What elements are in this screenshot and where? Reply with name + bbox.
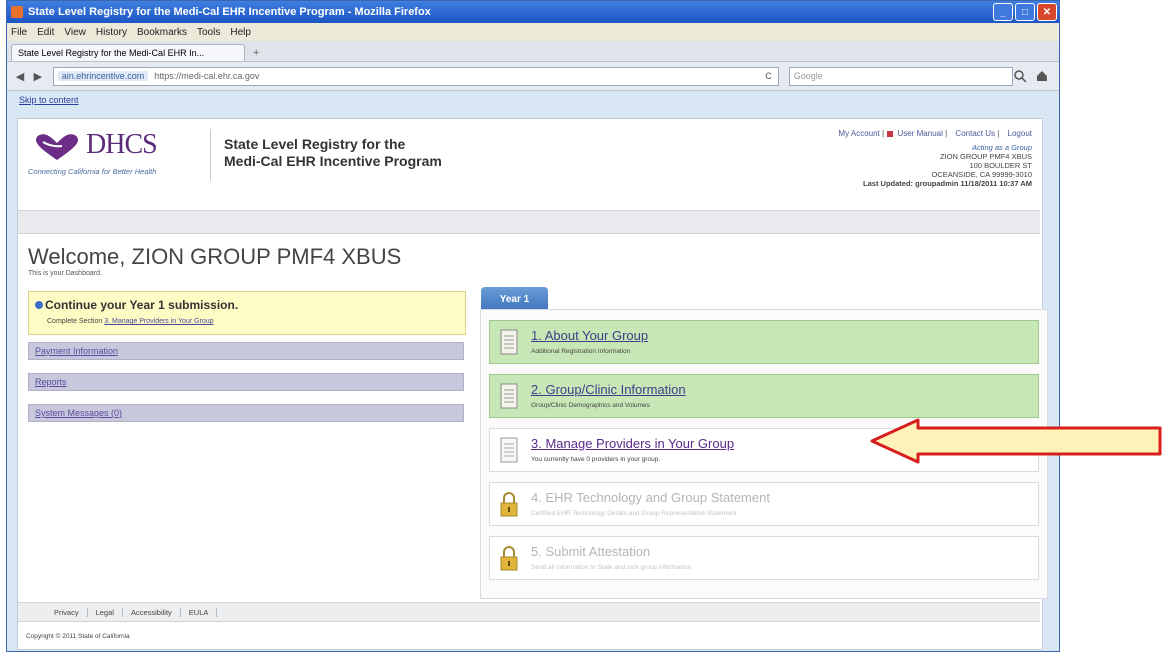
search-input[interactable]: Google	[788, 66, 1014, 86]
back-button[interactable]: ◀	[11, 67, 29, 85]
logout-link[interactable]: Logout	[1008, 129, 1032, 138]
step-group-clinic-info[interactable]: 2. Group/Clinic Information Group/Clinic…	[489, 374, 1039, 418]
footer-links: Privacy Legal Accessibility EULA	[18, 602, 1040, 622]
legal-link[interactable]: Legal	[88, 607, 123, 617]
user-manual-icon	[887, 130, 894, 137]
address-line1: 100 BOULDER ST	[969, 161, 1032, 170]
group-name: ZION GROUP PMF4 XBUS	[940, 152, 1032, 161]
identity-domain[interactable]: ain.ehrincentive.com	[57, 71, 149, 81]
step-1-title[interactable]: 1. About Your Group	[531, 328, 648, 343]
step-submit-attestation: 5. Submit Attestation Send all informati…	[489, 536, 1039, 580]
minimize-button[interactable]: _	[993, 3, 1013, 21]
search-icon[interactable]	[1013, 69, 1027, 83]
lock-icon	[500, 546, 518, 571]
welcome-heading: Welcome, ZION GROUP PMF4 XBUS	[28, 244, 402, 269]
address-line2: OCEANSIDE, CA 99999-3010	[931, 170, 1032, 179]
continue-heading: Continue your Year 1 submission.	[35, 298, 238, 312]
dashboard-subtext: This is your Dashboard.	[28, 270, 102, 277]
menu-bookmarks[interactable]: Bookmarks	[137, 27, 187, 38]
menu-help[interactable]: Help	[230, 27, 251, 38]
user-info: Acting as a Group ZION GROUP PMF4 XBUS 1…	[863, 143, 1032, 188]
contact-us-link[interactable]: Contact Us	[955, 129, 995, 138]
header-divider	[210, 129, 211, 181]
menu-edit[interactable]: Edit	[37, 27, 54, 38]
skip-to-content-link[interactable]: Skip to content	[7, 91, 1059, 107]
menu-tools[interactable]: Tools	[197, 27, 220, 38]
continue-submission-box: Continue your Year 1 submission. Complet…	[28, 291, 466, 335]
firefox-icon	[11, 6, 23, 18]
address-bar[interactable]: ain.ehrincentive.com https://medi-cal.eh…	[52, 66, 779, 86]
continue-prefix: Complete Section	[47, 318, 103, 325]
new-tab-button[interactable]: +	[249, 45, 263, 61]
step-ehr-technology: 4. EHR Technology and Group Statement Ce…	[489, 482, 1039, 526]
close-button[interactable]: ✕	[1037, 3, 1057, 21]
title-bar: State Level Registry for the Medi-Cal EH…	[7, 1, 1059, 23]
dhcs-logo[interactable]: DHCS Connecting California for Better He…	[28, 125, 203, 181]
header-links: My Account | User Manual | Contact Us | …	[838, 129, 1032, 138]
step-4-title: 4. EHR Technology and Group Statement	[531, 490, 770, 505]
navigation-bar: ◀ ▶ ain.ehrincentive.com https://medi-ca…	[7, 62, 1059, 91]
step-5-desc: Send all information to State and lock g…	[531, 564, 692, 571]
step-3-desc: You currently have 0 providers in your g…	[531, 456, 661, 463]
tab-strip: State Level Registry for the Medi-Cal EH…	[7, 41, 1059, 62]
maximize-button[interactable]: □	[1015, 3, 1035, 21]
menu-view[interactable]: View	[64, 27, 86, 38]
heart-logo-icon	[36, 134, 78, 160]
continue-subtext: Complete Section 3. Manage Providers in …	[47, 318, 214, 325]
step-4-desc: Certified EHR Technology Details and Gro…	[531, 510, 737, 517]
privacy-link[interactable]: Privacy	[46, 607, 88, 617]
acting-as: Acting as a Group	[971, 143, 1032, 152]
forward-button[interactable]: ▶	[29, 67, 47, 85]
lock-icon	[500, 492, 518, 517]
user-manual-link[interactable]: User Manual	[898, 129, 943, 138]
app-title: State Level Registry for the Medi-Cal EH…	[224, 136, 442, 170]
document-icon	[500, 383, 518, 409]
step-3-title[interactable]: 3. Manage Providers in Your Group	[531, 436, 734, 451]
logo-text: DHCS	[86, 129, 158, 160]
payment-information-link[interactable]: Payment Information	[28, 342, 464, 360]
document-icon	[500, 329, 518, 355]
accessibility-link[interactable]: Accessibility	[123, 607, 181, 617]
browser-tab[interactable]: State Level Registry for the Medi-Cal EH…	[11, 44, 245, 61]
system-messages-link[interactable]: System Messages (0)	[28, 404, 464, 422]
browser-window: State Level Registry for the Medi-Cal EH…	[6, 0, 1060, 652]
menu-history[interactable]: History	[96, 27, 127, 38]
url-text: https://medi-cal.ehr.ca.gov	[154, 71, 260, 81]
document-icon	[500, 437, 518, 463]
app-title-line2: Medi-Cal EHR Incentive Program	[224, 153, 442, 169]
tab-year-1[interactable]: Year 1	[481, 287, 548, 311]
eula-link[interactable]: EULA	[181, 607, 218, 617]
page-content: DHCS Connecting California for Better He…	[17, 118, 1048, 650]
callout-arrow-icon	[870, 418, 1162, 464]
menu-file[interactable]: File	[11, 27, 27, 38]
step-2-title[interactable]: 2. Group/Clinic Information	[531, 382, 686, 397]
app-title-line1: State Level Registry for the	[224, 136, 406, 152]
menu-bar: File Edit View History Bookmarks Tools H…	[7, 23, 1059, 41]
window-title: State Level Registry for the Medi-Cal EH…	[28, 6, 431, 18]
step-1-desc: Additional Registration Information	[531, 348, 631, 355]
step-about-group[interactable]: 1. About Your Group Additional Registrat…	[489, 320, 1039, 364]
info-bullet-icon	[35, 301, 43, 309]
logo-tagline: Connecting California for Better Health	[28, 167, 157, 176]
reports-link[interactable]: Reports	[28, 373, 464, 391]
continue-section-link[interactable]: 3. Manage Providers in Your Group	[104, 318, 213, 325]
nav-strip	[18, 210, 1040, 234]
continue-heading-text: Continue your Year 1 submission.	[45, 298, 239, 312]
home-icon[interactable]	[1035, 69, 1049, 83]
step-2-desc: Group/Clinic Demographics and Volumes	[531, 402, 650, 409]
step-5-title: 5. Submit Attestation	[531, 544, 651, 559]
my-account-link[interactable]: My Account	[838, 129, 879, 138]
reload-icon[interactable]: C	[765, 71, 778, 81]
last-updated: Last Updated: groupadmin 11/18/2011 10:3…	[863, 179, 1032, 188]
copyright-text: Copyright © 2011 State of California	[26, 633, 130, 640]
